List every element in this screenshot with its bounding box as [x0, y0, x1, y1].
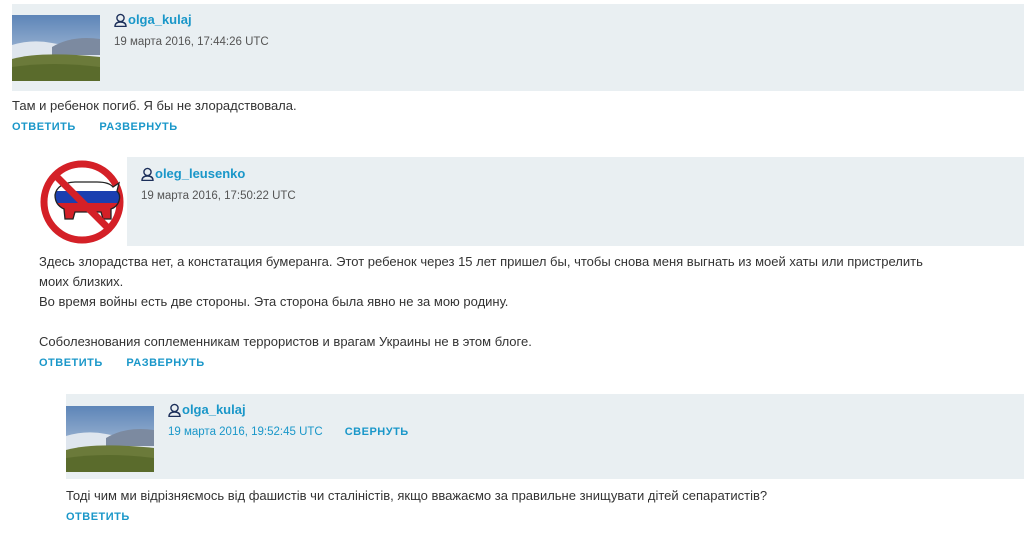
- comment-1: olga_kulaj 19 марта 2016, 17:44:26 UTC Т…: [12, 4, 1024, 133]
- comment-2: oleg_leusenko 19 марта 2016, 17:50:22 UT…: [39, 157, 1024, 369]
- comment-line: Там и ребенок погиб. Я бы не злорадствов…: [12, 98, 297, 113]
- comment-line: Во время войны есть две стороны. Эта сто…: [39, 294, 509, 309]
- comment-meta: olga_kulaj 19 марта 2016, 19:52:45 UTC С…: [168, 402, 409, 438]
- comment-header: olga_kulaj 19 марта 2016, 19:52:45 UTC С…: [66, 394, 1024, 479]
- no-russian-pig-avatar: [39, 157, 127, 246]
- avatar[interactable]: [66, 406, 154, 472]
- username[interactable]: olga_kulaj: [128, 12, 192, 27]
- expand-button[interactable]: РАЗВЕРНУТЬ: [126, 357, 204, 369]
- username-link[interactable]: olga_kulaj: [114, 12, 269, 27]
- avatar[interactable]: [12, 15, 100, 81]
- landscape-avatar-image: [66, 406, 154, 472]
- username[interactable]: olga_kulaj: [182, 402, 246, 417]
- comment-line: Тоді чим ми відрізняємось від фашистів ч…: [66, 488, 768, 503]
- comment-date: 19 марта 2016, 17:50:22 UTC: [141, 190, 296, 202]
- comment-header: olga_kulaj 19 марта 2016, 17:44:26 UTC: [12, 4, 1024, 91]
- comment-line: Соболезнования соплеменникам террористов…: [39, 334, 532, 349]
- username-link[interactable]: olga_kulaj: [168, 402, 409, 417]
- comment-text: Тоді чим ми відрізняємось від фашистів ч…: [66, 486, 1024, 506]
- username[interactable]: oleg_leusenko: [155, 166, 245, 181]
- comment-actions: ОТВЕТИТЬ: [66, 511, 1024, 523]
- user-icon: [141, 167, 154, 181]
- avatar[interactable]: [39, 157, 127, 246]
- comment-date-row: 19 марта 2016, 19:52:45 UTC СВЕРНУТЬ: [168, 426, 409, 438]
- collapse-button[interactable]: СВЕРНУТЬ: [345, 426, 409, 438]
- comment-actions: ОТВЕТИТЬ РАЗВЕРНУТЬ: [39, 357, 1024, 369]
- comment-meta: olga_kulaj 19 марта 2016, 17:44:26 UTC: [114, 12, 269, 48]
- landscape-avatar-image: [12, 15, 100, 81]
- expand-button[interactable]: РАЗВЕРНУТЬ: [99, 121, 177, 133]
- comment-header: oleg_leusenko 19 марта 2016, 17:50:22 UT…: [39, 157, 1024, 246]
- reply-button[interactable]: ОТВЕТИТЬ: [12, 121, 76, 133]
- user-icon: [114, 13, 127, 27]
- reply-button[interactable]: ОТВЕТИТЬ: [39, 357, 103, 369]
- comment-date: 19 марта 2016, 17:44:26 UTC: [114, 36, 269, 48]
- comment-line: Здесь злорадства нет, а констатация буме…: [39, 254, 923, 269]
- comment-3: olga_kulaj 19 марта 2016, 19:52:45 UTC С…: [66, 394, 1024, 523]
- comment-meta: oleg_leusenko 19 марта 2016, 17:50:22 UT…: [141, 166, 296, 202]
- user-icon: [168, 403, 181, 417]
- comment-date-link[interactable]: 19 марта 2016, 19:52:45 UTC: [168, 426, 323, 438]
- comment-line-empty: [39, 312, 1024, 332]
- username-link[interactable]: oleg_leusenko: [141, 166, 296, 181]
- reply-button[interactable]: ОТВЕТИТЬ: [66, 511, 130, 523]
- comment-actions: ОТВЕТИТЬ РАЗВЕРНУТЬ: [12, 121, 1024, 133]
- comment-text: Там и ребенок погиб. Я бы не злорадствов…: [12, 96, 1024, 116]
- comment-text: Здесь злорадства нет, а констатация буме…: [39, 252, 1024, 352]
- comment-line: моих близких.: [39, 274, 124, 289]
